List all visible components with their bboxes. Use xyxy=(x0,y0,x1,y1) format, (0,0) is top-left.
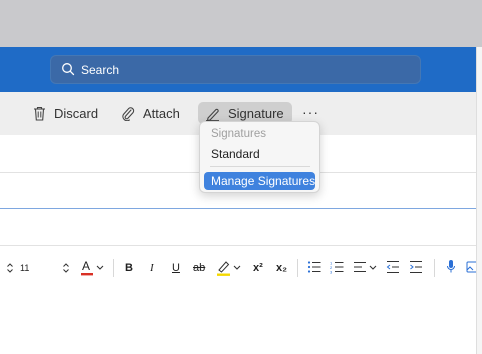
align-left-icon[interactable] xyxy=(353,260,367,274)
signature-button[interactable]: Signature xyxy=(205,103,284,123)
paperclip-icon xyxy=(122,106,135,121)
strikethrough-button[interactable]: ab xyxy=(193,262,205,274)
font-size-value[interactable]: 11 xyxy=(20,263,29,273)
font-size-stepper-icon[interactable] xyxy=(62,262,70,274)
manage-signatures-label: Manage Signatures xyxy=(211,174,316,188)
chevron-down-icon[interactable] xyxy=(369,265,377,271)
bold-button[interactable]: B xyxy=(125,262,133,274)
search-label: Search xyxy=(81,63,120,77)
menu-divider xyxy=(210,166,310,167)
signature-pen-icon xyxy=(206,108,219,121)
subject-field[interactable] xyxy=(0,209,476,245)
font-stepper-icon[interactable] xyxy=(6,262,14,274)
chevron-down-icon[interactable] xyxy=(96,265,104,271)
superscript-button[interactable]: x² xyxy=(253,262,263,274)
image-icon[interactable] xyxy=(466,261,476,273)
bullet-list-icon[interactable] xyxy=(307,260,321,274)
search-input[interactable]: Search xyxy=(50,55,421,84)
separator xyxy=(434,259,435,277)
attach-label: Attach xyxy=(143,105,180,121)
underline-button[interactable]: U xyxy=(172,262,180,274)
chevron-down-icon[interactable] xyxy=(233,265,241,271)
signature-dropdown-menu: Signatures Standard Manage Signatures xyxy=(199,121,320,193)
attach-button[interactable]: Attach xyxy=(121,103,180,123)
trash-icon xyxy=(34,106,45,121)
svg-text:3: 3 xyxy=(330,270,333,275)
menu-header: Signatures xyxy=(211,128,266,140)
separator xyxy=(113,259,114,277)
discard-label: Discard xyxy=(54,105,99,121)
font-color-icon[interactable]: A xyxy=(80,259,94,277)
numbered-list-icon[interactable]: 1 2 3 xyxy=(330,260,344,274)
svg-text:A: A xyxy=(82,259,90,273)
highlighter-icon[interactable] xyxy=(216,259,231,277)
decrease-indent-icon[interactable] xyxy=(386,260,400,274)
separator xyxy=(297,259,298,277)
window-right-edge xyxy=(476,47,482,354)
more-options-button[interactable]: ··· xyxy=(302,104,319,120)
manage-signatures-item[interactable]: Manage Signatures xyxy=(204,172,315,190)
message-body[interactable] xyxy=(0,284,476,354)
signature-label: Signature xyxy=(228,105,284,121)
search-icon xyxy=(62,63,75,76)
discard-button[interactable]: Discard xyxy=(33,103,98,123)
signature-item-standard[interactable]: Standard xyxy=(211,147,260,161)
divider xyxy=(0,245,476,246)
subscript-button[interactable]: x₂ xyxy=(276,262,287,274)
italic-button[interactable]: I xyxy=(150,262,154,274)
title-bar xyxy=(0,0,482,47)
microphone-icon[interactable] xyxy=(446,259,456,275)
compose-window: Search Discard Attach Signature ··· 11 A… xyxy=(0,0,482,354)
increase-indent-icon[interactable] xyxy=(409,260,423,274)
